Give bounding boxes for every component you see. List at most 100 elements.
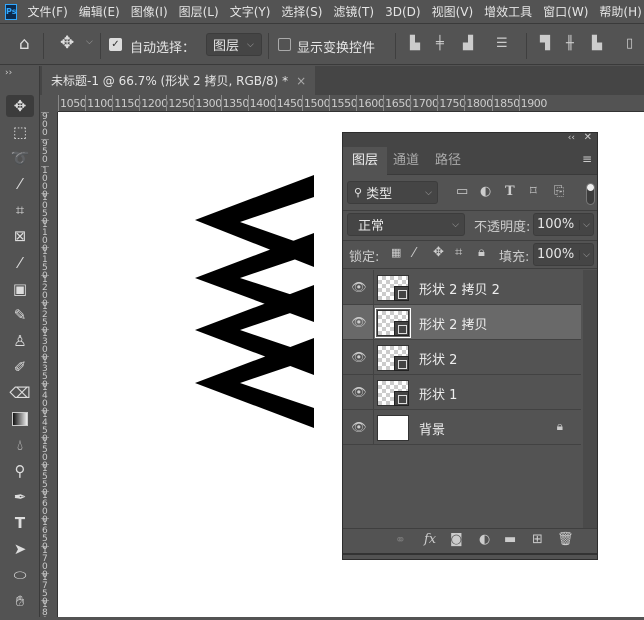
align-left-icon[interactable]: ▙ [410, 36, 420, 51]
align-top-icon[interactable]: ▜ [540, 36, 550, 51]
lock-pixels-icon[interactable]: ⁄ [413, 246, 415, 261]
visibility-eye-icon[interactable]: 👁︎ [351, 315, 367, 329]
lock-position-icon[interactable]: ✥ [433, 245, 444, 260]
layers-scrollbar[interactable] [583, 270, 597, 528]
dodge-tool-icon[interactable]: ⚲ [6, 460, 34, 482]
hand-tool-icon[interactable]: ✋︎ [6, 590, 34, 612]
add-mask-icon[interactable]: ◙ [450, 532, 463, 547]
layer-name: 形状 2 拷贝 2 [419, 283, 500, 298]
align-horizontal-center-icon[interactable]: ╪ [436, 36, 444, 51]
menu-plugins[interactable]: 增效工具 [484, 3, 532, 20]
smart-object-filter-icon[interactable]: ⎘ [554, 184, 564, 199]
menu-help[interactable]: 帮助(H) [599, 3, 641, 20]
collapse-icon[interactable]: ‹‹ [568, 133, 575, 143]
layer-filter-dropdown[interactable]: ⚲ 类型 ⌵ [347, 181, 438, 204]
move-tool-icon[interactable]: ✥ [60, 33, 74, 53]
chevron-down-icon[interactable]: ⌵ [579, 249, 593, 260]
show-transform-label: 显示变换控件 [297, 41, 376, 56]
distribute-vertical-icon[interactable]: ▯ [626, 36, 633, 51]
filter-toggle[interactable] [586, 183, 595, 205]
blend-mode-dropdown[interactable]: 正常 ⌵ [347, 213, 465, 236]
eyedropper-tool-icon[interactable]: ⁄ [6, 252, 34, 274]
tab-channels[interactable]: 通道 [384, 147, 428, 175]
auto-select-checkbox[interactable]: ✓ [109, 38, 122, 51]
horizontal-ruler[interactable]: 1050110011501200125013001350140014501500… [58, 95, 644, 112]
gradient-tool-icon[interactable] [6, 408, 34, 430]
chevron-down-icon[interactable]: ⌵ [86, 37, 93, 47]
visibility-eye-icon[interactable]: 👁︎ [351, 350, 367, 364]
new-layer-icon[interactable]: ⊞ [532, 532, 543, 547]
eraser-tool-icon[interactable]: ⌫ [6, 382, 34, 404]
ellipse-tool-icon[interactable]: ⬭ [6, 564, 34, 586]
show-transform-checkbox[interactable] [278, 38, 291, 51]
lock-all-icon[interactable]: 🔒︎ [478, 245, 485, 260]
distribute-icon[interactable]: ☰ [496, 36, 508, 51]
menu-window[interactable]: 窗口(W) [543, 3, 588, 20]
crop-tool-icon[interactable]: ⌗ [6, 199, 34, 221]
shape-filter-icon[interactable]: ⌑ [530, 184, 537, 199]
document-tab[interactable]: 未标题-1 @ 66.7% (形状 2 拷贝, RGB/8) * × [42, 66, 315, 95]
quick-select-tool-icon[interactable]: ⁄ [6, 173, 34, 195]
type-filter-icon[interactable]: T [505, 184, 515, 199]
menu-view[interactable]: 视图(V) [432, 3, 474, 20]
tab-layers[interactable]: 图层 [343, 147, 388, 175]
lock-transparent-icon[interactable]: ▦ [391, 246, 401, 259]
auto-select-target-dropdown[interactable]: 图层 ⌵ [206, 33, 262, 56]
link-layers-icon[interactable]: ⚭ [395, 533, 406, 548]
pixel-filter-icon[interactable]: ▭ [456, 184, 468, 199]
path-select-tool-icon[interactable]: ➤ [6, 538, 34, 560]
vector-mask-icon [394, 321, 409, 336]
layer-row[interactable]: 👁︎ 形状 2 拷贝 2 [343, 270, 581, 305]
lock-artboard-icon[interactable]: ⌗ [455, 245, 462, 260]
brush-tool-icon[interactable]: ✎ [6, 304, 34, 326]
layer-row-selected[interactable]: 👁︎ 形状 2 拷贝 [343, 305, 581, 340]
search-icon: ⚲ [354, 186, 363, 199]
align-vertical-center-icon[interactable]: ╫ [566, 36, 574, 51]
menu-edit[interactable]: 编辑(E) [79, 3, 120, 20]
fill-field[interactable]: 100% ⌵ [533, 243, 594, 266]
healing-brush-tool-icon[interactable]: ▣ [6, 278, 34, 300]
frame-tool-icon[interactable]: ⊠ [6, 225, 34, 247]
visibility-eye-icon[interactable]: 👁︎ [351, 420, 367, 434]
delete-layer-icon[interactable]: 🗑︎ [557, 532, 574, 547]
layer-row[interactable]: 👁︎ 形状 2 [343, 340, 581, 375]
visibility-eye-icon[interactable]: 👁︎ [351, 385, 367, 399]
menu-image[interactable]: 图像(I) [131, 3, 168, 20]
menu-type[interactable]: 文字(Y) [230, 3, 271, 20]
menu-file[interactable]: 文件(F) [27, 3, 67, 20]
ruler-tick-label: 1750 [437, 95, 466, 111]
ruler-tick-label: 1350 [220, 95, 249, 111]
layer-row[interactable]: 👁︎ 形状 1 [343, 375, 581, 410]
panel-header[interactable]: ‹‹ ✕ [343, 132, 597, 147]
blur-tool-icon[interactable]: 💧︎ [6, 434, 34, 456]
expand-icon[interactable]: ›› [5, 68, 12, 78]
opacity-field[interactable]: 100% ⌵ [533, 213, 594, 236]
move-tool-icon[interactable]: ✥ [6, 95, 34, 117]
close-tab-icon[interactable]: × [296, 74, 306, 88]
menu-select[interactable]: 选择(S) [281, 3, 322, 20]
align-right-icon[interactable]: ▟ [463, 36, 473, 51]
marquee-tool-icon[interactable]: ⬚ [6, 121, 34, 143]
tab-paths[interactable]: 路径 [426, 147, 470, 175]
chevron-down-icon[interactable]: ⌵ [579, 219, 593, 230]
type-tool-icon[interactable]: T [6, 512, 34, 534]
menu-filter[interactable]: 滤镜(T) [333, 3, 374, 20]
layer-row-background[interactable]: 👁︎ 背景 🔒︎ [343, 410, 581, 445]
menu-layer[interactable]: 图层(L) [179, 3, 219, 20]
adjustment-layer-icon[interactable]: ◐ [479, 532, 490, 547]
visibility-eye-icon[interactable]: 👁︎ [351, 280, 367, 294]
history-brush-tool-icon[interactable]: ✐ [6, 356, 34, 378]
fx-icon[interactable]: fx [424, 532, 436, 547]
vertical-ruler[interactable]: 900 950 1000 1050 1100 1150 1200 1250 1300 1350 14… [40, 112, 58, 617]
stamp-tool-icon[interactable]: ♙ [6, 330, 34, 352]
home-icon[interactable]: ⌂ [19, 34, 30, 54]
new-group-icon[interactable]: ▬ [504, 532, 516, 547]
close-icon[interactable]: ✕ [584, 132, 592, 143]
panel-menu-icon[interactable]: ≡ [582, 152, 592, 166]
menu-3d[interactable]: 3D(D) [385, 5, 420, 19]
align-bottom-icon[interactable]: ▙ [592, 36, 602, 51]
adjustment-filter-icon[interactable]: ◐ [480, 184, 491, 199]
lasso-tool-icon[interactable]: ➰ [6, 147, 34, 169]
ruler-tick-label: 1850 [491, 95, 520, 111]
pen-tool-icon[interactable]: ✒ [6, 486, 34, 508]
